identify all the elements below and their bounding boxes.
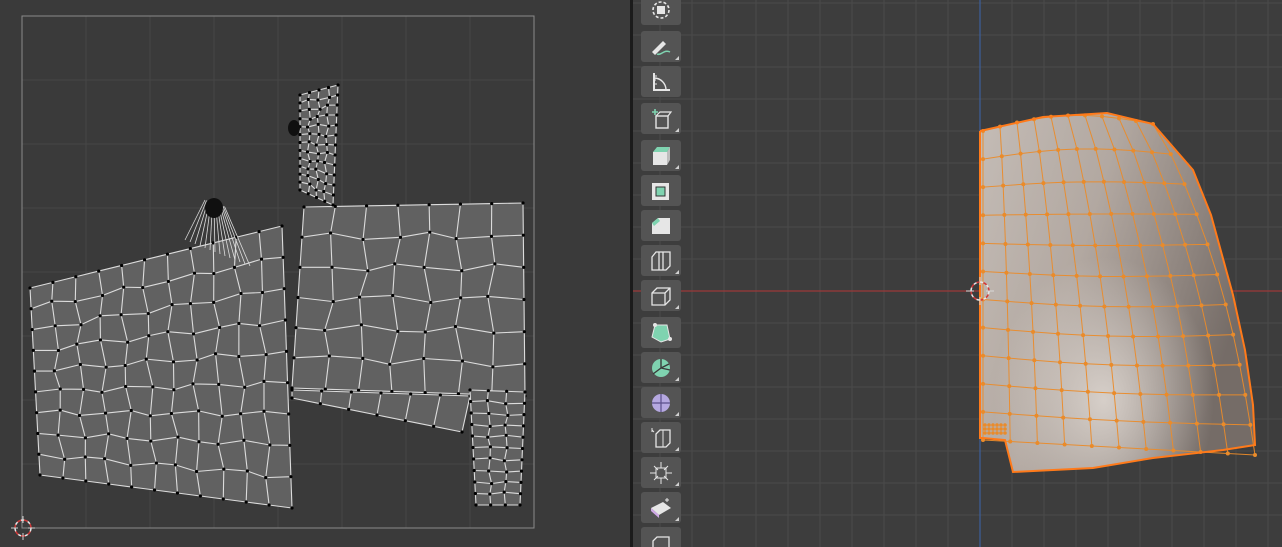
extrude-region-tool-button[interactable] [641, 140, 681, 171]
uv-island-left[interactable] [28, 224, 294, 510]
extrude-region-icon [653, 146, 670, 165]
add-cube-icon [652, 108, 673, 129]
spin-icon [652, 358, 671, 377]
uv-island-strip[interactable] [468, 388, 527, 507]
annotate-tool-button[interactable] [641, 31, 681, 62]
shear-icon [651, 497, 671, 518]
add-cube-tool-button[interactable] [641, 103, 681, 134]
smooth-tool-button[interactable] [641, 387, 681, 418]
cursor-tool-button[interactable] [641, 0, 681, 25]
uv-island-right[interactable] [290, 201, 527, 398]
knife-icon [651, 286, 671, 306]
3d-viewport[interactable] [633, 0, 1282, 547]
uv-editor[interactable] [0, 0, 630, 547]
knife-tool-button[interactable] [641, 280, 681, 311]
mesh-object[interactable] [979, 111, 1257, 474]
rip-region-icon [652, 535, 670, 547]
spin-tool-button[interactable] [641, 352, 681, 383]
measure-icon [653, 72, 670, 91]
inset-faces-icon [652, 182, 669, 200]
bevel-tool-button[interactable] [641, 210, 681, 241]
viewport-canvas[interactable] [633, 0, 1282, 547]
shear-tool-button[interactable] [641, 492, 681, 523]
inset-faces-tool-button[interactable] [641, 175, 681, 206]
poly-build-tool-button[interactable] [641, 317, 681, 348]
shrink-fatten-tool-button[interactable] [641, 457, 681, 488]
annotate-icon [652, 40, 671, 55]
smooth-icon [652, 393, 670, 412]
loop-cut-tool-button[interactable] [641, 245, 681, 276]
poly-build-icon [651, 322, 672, 343]
loop-cut-icon [651, 250, 671, 271]
rip-region-tool-button[interactable] [641, 527, 681, 547]
tool-shelf [641, 0, 681, 547]
measure-tool-button[interactable] [641, 66, 681, 97]
bevel-icon [652, 217, 670, 234]
cursor-icon [652, 0, 670, 19]
shrink-fatten-icon [650, 461, 672, 484]
uv-canvas[interactable] [0, 0, 630, 547]
uv-island-right-lower[interactable] [290, 388, 472, 434]
edge-slide-tool-button[interactable] [641, 422, 681, 453]
edge-slide-icon [651, 427, 671, 448]
uv-island-top[interactable] [298, 83, 340, 207]
